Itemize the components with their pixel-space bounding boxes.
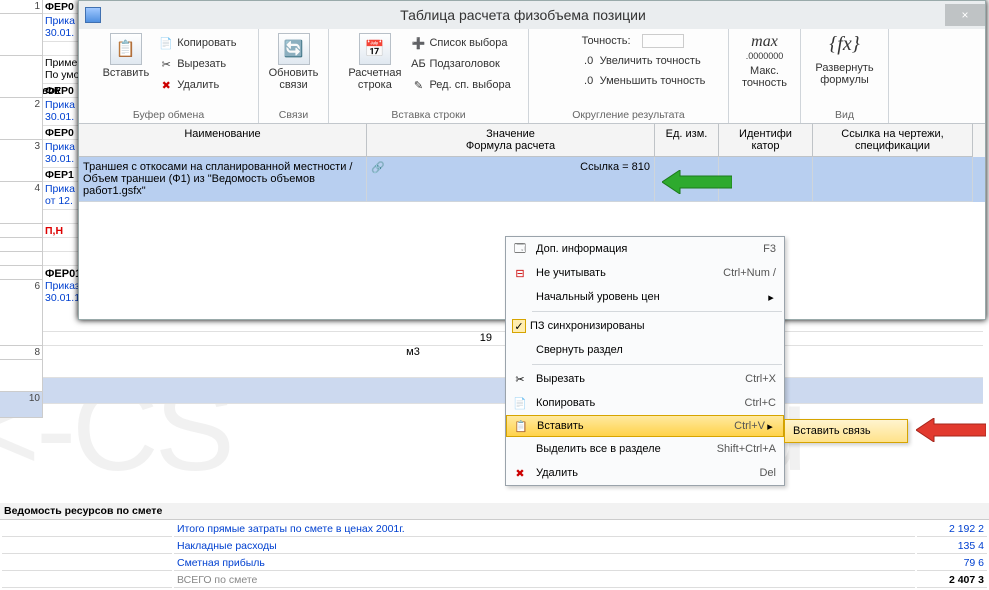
max-icon: max (751, 33, 778, 51)
cell-id (719, 157, 813, 202)
expand-formulas-button[interactable]: {fx} Развернуть формулы (809, 31, 879, 88)
row-number: 3 (0, 140, 43, 182)
resources-section-title: Ведомость ресурсов по смете (0, 503, 989, 520)
menu-collapse[interactable]: Свернуть раздел (506, 338, 784, 362)
titlebar[interactable]: Таблица расчета физобъема позиции × (79, 1, 985, 29)
col-name[interactable]: Наименование (79, 124, 367, 157)
selection-list-button[interactable]: ➕Список выбора (407, 33, 514, 53)
chevron-right-icon: ▸ (765, 420, 775, 433)
sum-total: ВСЕГО по смете (174, 573, 915, 588)
ribbon: 📋 Вставить 📄Копировать ✂Вырезать ✖Удалит… (79, 29, 985, 124)
group-label: Округление результата (529, 109, 728, 121)
group-label: Связи (259, 109, 328, 121)
row-number: 8 (0, 346, 43, 360)
sum-line: Накладные расходы (174, 539, 915, 554)
delete-button[interactable]: ✖Удалить (155, 75, 240, 95)
decrease-icon: .0 (582, 74, 596, 88)
delete-icon: ✖ (159, 78, 173, 92)
minus-icon: ⊟ (508, 267, 532, 280)
max-precision-button: max .0000000 Макс. точность (736, 31, 793, 91)
app-icon (85, 7, 101, 23)
increase-icon: .0 (582, 54, 596, 68)
bg-code: ФЕР1 (45, 169, 74, 181)
edit-icon: ✎ (411, 78, 425, 92)
menu-copy[interactable]: 📄КопироватьCtrl+C (506, 391, 784, 415)
link-icon: 🔗 (371, 161, 385, 174)
bg-code: ФЕР0 (45, 1, 74, 13)
bg-code: ФЕР0 (45, 127, 74, 139)
submenu-label: Вставить связь (793, 425, 871, 437)
bg-code: ФЕР0 (45, 85, 74, 97)
menu-price-level[interactable]: Начальный уровень цен▸ (506, 285, 784, 309)
paste-icon: 📋 (110, 33, 142, 65)
context-menu[interactable]: 🗔Доп. информацияF3 ⊟Не учитыватьCtrl+Num… (505, 236, 785, 486)
fx-icon: {fx} (829, 33, 859, 56)
subheader-icon: АБ (411, 57, 425, 71)
bg-note: Приме (45, 57, 77, 69)
submenu-paste-link[interactable]: Вставить связь (784, 419, 908, 443)
refresh-icon: 🔄 (278, 33, 310, 65)
increase-precision-button: .0Увеличить точность (578, 51, 705, 71)
cell-link (813, 157, 973, 202)
sum-line: Сметная прибыль (174, 556, 915, 571)
row8-q: 19 (43, 332, 492, 344)
decrease-precision-button: .0Уменьшить точность (578, 71, 710, 91)
cut-icon: ✂ (508, 373, 532, 386)
cell-value: 🔗 Ссылка = 810 (367, 157, 655, 202)
delete-icon: ✖ (508, 467, 532, 480)
row-number: 1 (0, 0, 43, 14)
edit-selection-button[interactable]: ✎Ред. сп. выбора (407, 75, 514, 95)
calc-row-button[interactable]: 📅 Расчетная строка (342, 31, 407, 93)
group-label: Вид (801, 109, 888, 121)
chevron-right-icon: ▸ (766, 291, 776, 304)
subheader-button[interactable]: АБПодзаголовок (407, 54, 514, 74)
row-number: 4 (0, 182, 43, 224)
copy-icon: 📄 (159, 36, 173, 50)
cut-button[interactable]: ✂Вырезать (155, 54, 240, 74)
row-number: 6 (0, 280, 43, 346)
close-button[interactable]: × (945, 4, 985, 26)
cut-icon: ✂ (159, 57, 173, 71)
copy-icon: 📄 (508, 397, 532, 410)
red-arrow-annotation (916, 418, 986, 445)
menu-ignore[interactable]: ⊟Не учитыватьCtrl+Num / (506, 261, 784, 285)
menu-dop-info[interactable]: 🗔Доп. информацияF3 (506, 237, 784, 261)
menu-paste[interactable]: 📋ВставитьCtrl+V▸ (506, 415, 784, 437)
update-links-button[interactable]: 🔄 Обновить связи (263, 31, 325, 93)
checked-icon: ✓ (512, 319, 526, 333)
col-id[interactable]: Идентифи катор (719, 124, 813, 157)
info-icon: 🗔 (508, 240, 532, 259)
row-number: 10 (0, 392, 43, 418)
col-link[interactable]: Ссылка на чертежи, спецификации (813, 124, 973, 157)
group-label: Буфер обмена (79, 109, 258, 121)
window-title: Таблица расчета физобъема позиции (101, 7, 945, 23)
group-label: Вставка строки (329, 109, 528, 121)
menu-cut[interactable]: ✂ВырезатьCtrl+X (506, 367, 784, 391)
calc-row-icon: 📅 (359, 33, 391, 65)
paste-button[interactable]: 📋 Вставить (97, 31, 156, 81)
sum-line: Итого прямые затраты по смете в ценах 20… (174, 522, 915, 537)
paste-icon: 📋 (509, 420, 533, 433)
bg-sub: Прика (45, 15, 75, 27)
col-value[interactable]: Значение Формула расчета (367, 124, 655, 157)
list-plus-icon: ➕ (411, 36, 425, 50)
green-arrow-annotation (662, 170, 732, 197)
row9-unit: м3 (383, 346, 443, 358)
precision-label: Точность: (578, 31, 688, 51)
table-row-selected[interactable]: Траншея с откосами на спланированной мес… (79, 157, 985, 202)
menu-select-all[interactable]: Выделить все в разделеShift+Ctrl+A (506, 437, 784, 461)
menu-delete[interactable]: ✖УдалитьDel (506, 461, 784, 485)
col-unit[interactable]: Ед. изм. (655, 124, 719, 157)
cell-name: Траншея с откосами на спланированной мес… (79, 157, 367, 202)
menu-pz-sync[interactable]: ✓ПЗ синхронизированы (506, 314, 784, 338)
row-number: 2 (0, 98, 43, 140)
copy-button[interactable]: 📄Копировать (155, 33, 240, 53)
